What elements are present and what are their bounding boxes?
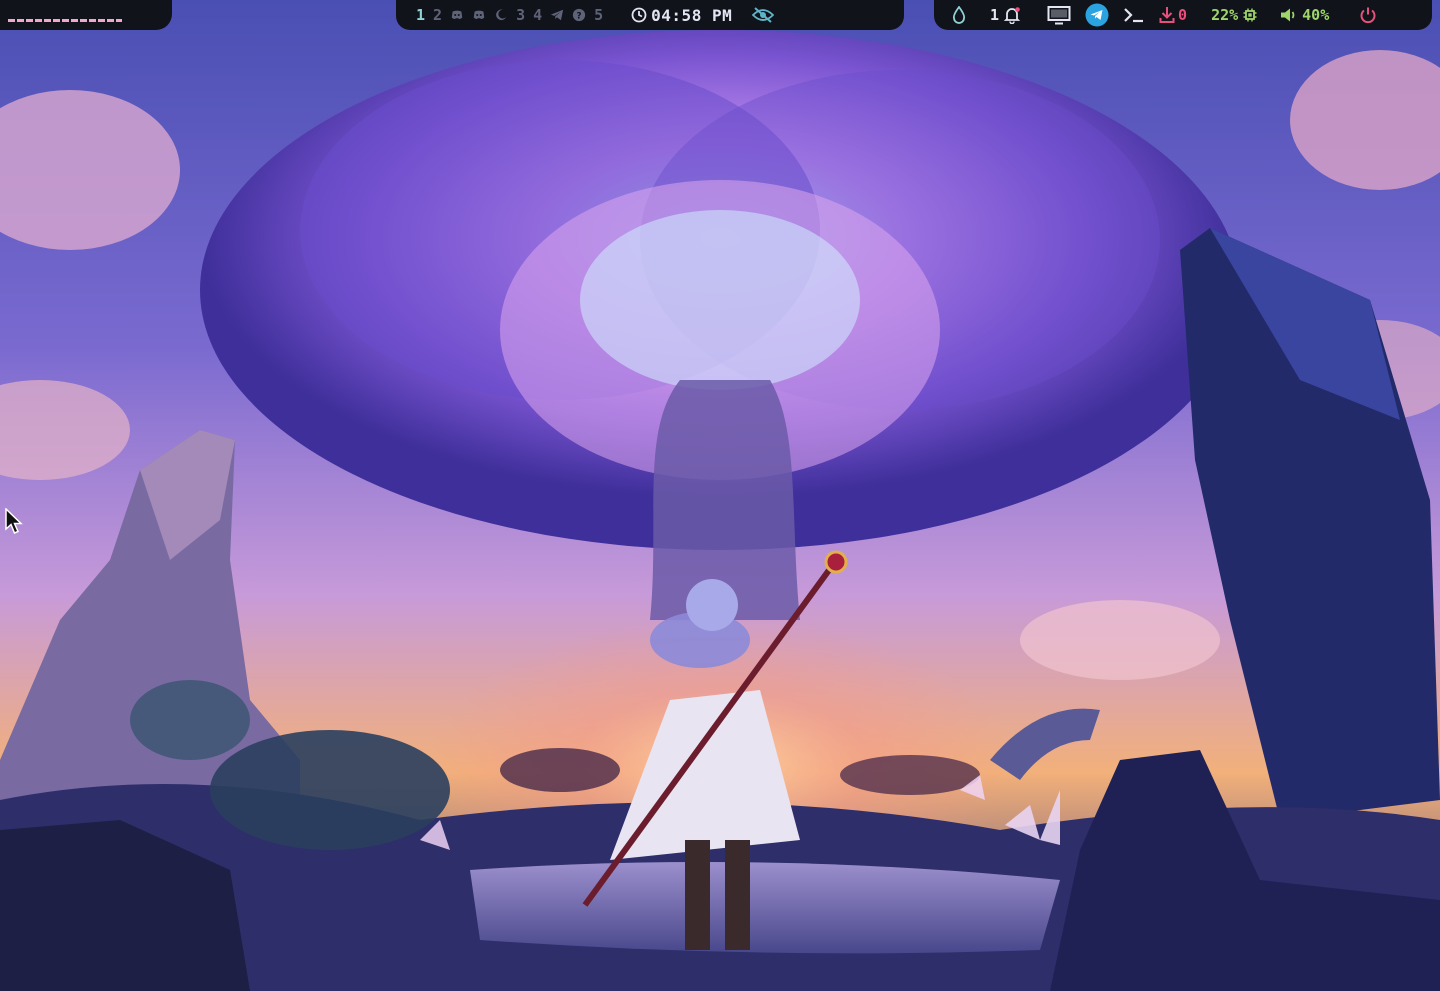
terminal-icon (1124, 8, 1144, 23)
screen-tray[interactable] (1047, 0, 1071, 30)
wallpaper (0, 0, 1440, 991)
download-icon (1159, 7, 1175, 23)
workspace-1[interactable]: 1 (416, 6, 425, 24)
svg-text:?: ? (577, 12, 582, 22)
telegram-icon (1085, 3, 1109, 27)
power-button[interactable] (1359, 0, 1377, 30)
desktop[interactable]: 1 2 3 4 ? 5 04:58 PM 1 0 22% 40% (0, 0, 1440, 991)
window-title-indicator (8, 18, 122, 22)
telegram-icon[interactable] (550, 8, 564, 22)
cpu-usage-value: 22% (1211, 6, 1239, 24)
terminal-tray[interactable] (1123, 0, 1145, 30)
mouse-cursor-icon (5, 508, 23, 534)
discord-icon[interactable] (472, 8, 486, 22)
idle-inhibitor[interactable] (752, 7, 775, 23)
droplet-icon (952, 6, 966, 24)
bar-left-module (0, 0, 172, 30)
telegram-tray[interactable] (1085, 0, 1109, 30)
discord-icon[interactable] (450, 8, 464, 22)
clock[interactable]: 04:58 PM (631, 6, 732, 25)
bar-right-module: 1 0 22% 40% (934, 0, 1432, 30)
help-circle-icon[interactable]: ? (572, 8, 586, 22)
workspaces: 1 2 3 4 ? 5 (416, 0, 611, 30)
volume[interactable]: 40% (1280, 0, 1329, 30)
monitor-icon (1047, 6, 1071, 25)
bell-icon (1003, 7, 1021, 24)
workspace-4[interactable]: 4 (533, 6, 542, 24)
cpu-usage[interactable]: 22% (1211, 0, 1258, 30)
chip-icon (1243, 8, 1257, 22)
speaker-icon (1281, 8, 1295, 22)
clock-time: 04:58 PM (651, 5, 733, 25)
clock-icon (631, 7, 647, 23)
downloads[interactable]: 0 (1159, 0, 1187, 30)
moon-icon[interactable] (494, 8, 508, 22)
volume-value: 40% (1302, 6, 1330, 24)
notification-count: 1 (990, 6, 1000, 24)
download-count: 0 (1178, 6, 1188, 24)
bar-center-module: 1 2 3 4 ? 5 04:58 PM (396, 0, 904, 30)
color-picker[interactable] (952, 0, 966, 30)
notifications[interactable]: 1 (990, 0, 1021, 30)
workspace-2[interactable]: 2 (433, 6, 442, 24)
workspace-5[interactable]: 5 (594, 6, 603, 24)
power-icon (1360, 7, 1376, 24)
eye-off-icon (752, 7, 775, 23)
workspace-3[interactable]: 3 (516, 6, 525, 24)
